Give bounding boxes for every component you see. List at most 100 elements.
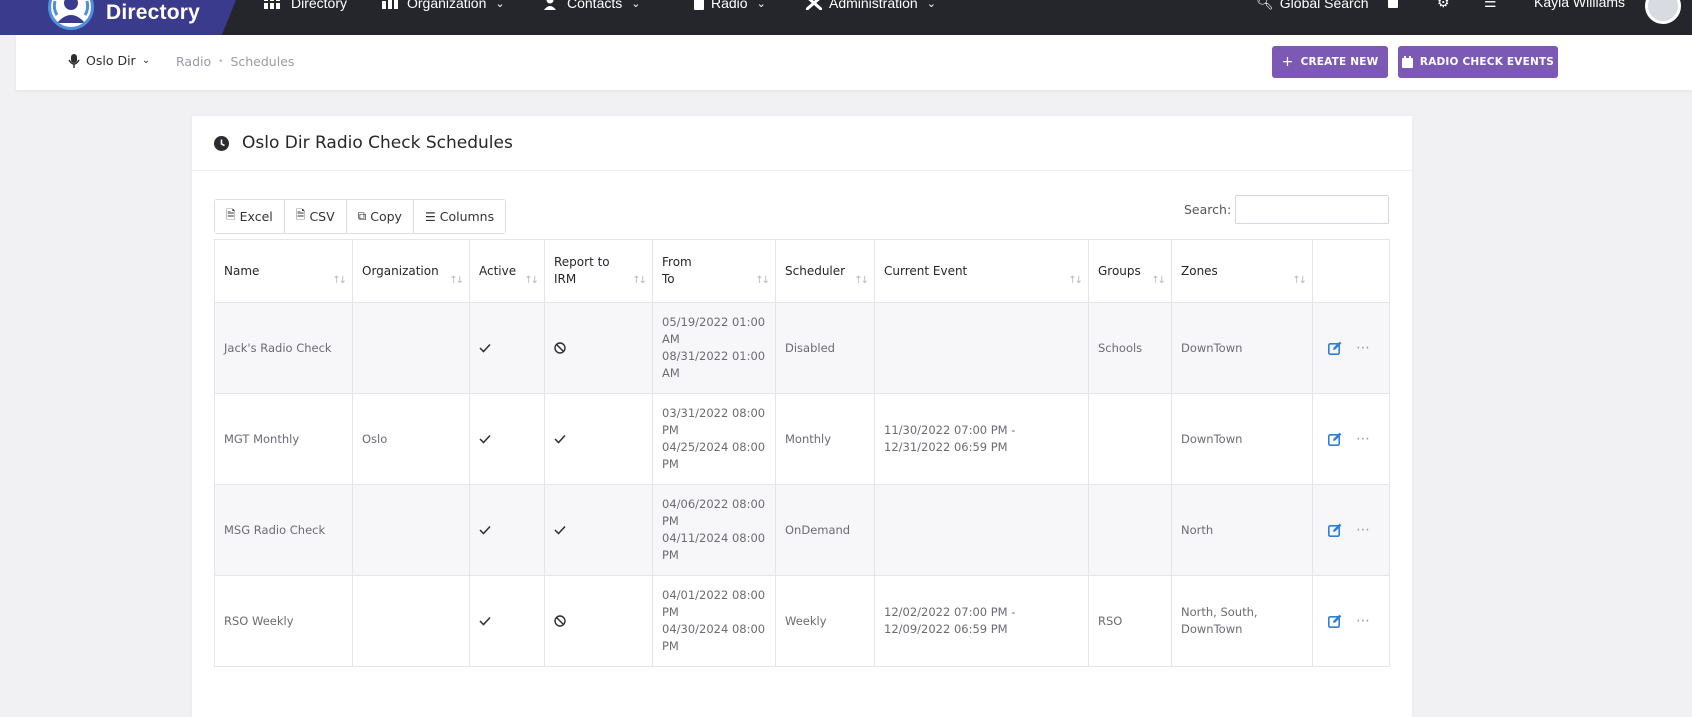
cell-report-to-irm — [544, 575, 653, 667]
edit-icon[interactable] — [1328, 432, 1342, 446]
search-input[interactable] — [1235, 195, 1389, 224]
card-header: Oslo Dir Radio Check Schedules — [192, 116, 1412, 171]
brand[interactable]: Directory — [0, 0, 236, 35]
copy-icon: ⧉ — [357, 209, 367, 223]
copy-button[interactable]: ⧉ Copy — [346, 200, 414, 233]
cell-organization — [352, 484, 470, 576]
cell-current-event — [874, 302, 1089, 394]
sort-icon: ↑↓ — [1068, 275, 1083, 286]
user-menu[interactable]: Kayla Williams — [1534, 0, 1625, 10]
csv-file-icon: 🗎 — [295, 208, 306, 222]
sort-icon: ↑↓ — [449, 275, 464, 286]
header-label: Scheduler — [785, 263, 846, 278]
cell-from-to: 04/06/2022 08:00 PM 04/11/2024 08:00 PM — [652, 484, 776, 576]
nav-organization[interactable]: Organization ⌄ — [382, 0, 505, 12]
nav-directory[interactable]: Directory — [264, 0, 347, 12]
more-options-icon[interactable]: ⋯ — [1356, 431, 1371, 448]
create-new-button[interactable]: + CREATE NEW — [1272, 46, 1388, 78]
column-header-name[interactable]: Name ↑↓ — [214, 239, 353, 303]
check-icon — [479, 616, 491, 626]
cell-active — [469, 393, 545, 485]
from-date: 04/06/2022 08:00 PM — [662, 497, 766, 528]
column-header-zones[interactable]: Zones ↑↓ — [1171, 239, 1313, 303]
header-label: Active — [479, 263, 517, 278]
edit-icon[interactable] — [1328, 523, 1342, 537]
header-label: To — [662, 272, 675, 286]
sort-icon: ↑↓ — [632, 275, 647, 286]
cell-name: MSG Radio Check — [214, 484, 353, 576]
cell-active — [469, 302, 545, 394]
column-header-from-to[interactable]: From To ↑↓ — [652, 239, 776, 303]
microphone-icon — [68, 53, 80, 68]
column-header-active[interactable]: Active ↑↓ — [469, 239, 545, 303]
cell-zones: DownTown — [1171, 302, 1313, 394]
cell-report-to-irm — [544, 484, 653, 576]
nav-radio[interactable]: Radio ⌄ — [694, 0, 766, 12]
tools-icon — [806, 0, 822, 10]
header-label: Report to — [554, 255, 610, 269]
menu-icon[interactable]: ☰ — [1484, 0, 1497, 11]
calendar-icon — [1401, 56, 1413, 68]
more-options-icon[interactable]: ⋯ — [1356, 522, 1371, 539]
sub-header: Oslo Dir ⌄ Radio • Schedules + CREATE NE… — [16, 35, 1692, 90]
nav-administration[interactable]: Administration ⌄ — [806, 0, 936, 12]
column-header-current-event[interactable]: Current Event ↑↓ — [874, 239, 1089, 303]
column-header-report-to-irm[interactable]: Report to IRM ↑↓ — [544, 239, 653, 303]
global-search[interactable]: 🔍︎ Global Search — [1256, 0, 1369, 11]
breadcrumb-radio[interactable]: Radio — [176, 54, 211, 69]
sort-icon: ↑↓ — [1292, 275, 1307, 286]
column-header-scheduler[interactable]: Scheduler ↑↓ — [775, 239, 875, 303]
column-header-groups[interactable]: Groups ↑↓ — [1088, 239, 1172, 303]
mobile-icon[interactable] — [1388, 0, 1398, 8]
gear-icon[interactable]: ⚙ — [1437, 0, 1450, 11]
more-options-icon[interactable]: ⋯ — [1356, 613, 1371, 630]
brand-logo-icon — [48, 0, 94, 30]
csv-button[interactable]: 🗎 CSV — [284, 200, 347, 233]
cell-groups: Schools — [1088, 302, 1172, 394]
sort-icon: ↑↓ — [1151, 275, 1166, 286]
avatar[interactable] — [1645, 0, 1681, 24]
search-icon: 🔍︎ — [1256, 0, 1274, 10]
table-row: RSO Weekly 04/01/2022 08:00 PM 04/30/2024… — [214, 575, 1390, 667]
page-title: Oslo Dir Radio Check Schedules — [242, 133, 513, 153]
more-options-icon[interactable]: ⋯ — [1356, 340, 1371, 357]
cell-from-to: 03/31/2022 08:00 PM 04/25/2024 08:00 PM — [652, 393, 776, 485]
edit-icon[interactable] — [1328, 341, 1342, 355]
nav-directory-label: Directory — [291, 0, 348, 11]
sort-icon: ↑↓ — [332, 275, 347, 286]
cell-scheduler: Monthly — [775, 393, 875, 485]
nav-organization-label: Organization — [407, 0, 487, 11]
cell-scheduler: Weekly — [775, 575, 875, 667]
breadcrumb-separator: • — [218, 56, 224, 67]
chevron-down-icon: ⌄ — [631, 0, 641, 10]
list-icon: ☰ — [424, 209, 436, 224]
column-header-organization[interactable]: Organization ↑↓ — [352, 239, 470, 303]
table-row: Jack's Radio Check 05/19/2022 01:00 AM 08… — [214, 302, 1390, 394]
edit-icon[interactable] — [1328, 614, 1342, 628]
cell-groups — [1088, 484, 1172, 576]
chart-icon — [382, 0, 398, 9]
schedules-table: Name ↑↓ Organization ↑↓ Active ↑↓ Report to… — [214, 239, 1390, 667]
chevron-down-icon: ⌄ — [926, 0, 936, 10]
radio-check-events-button[interactable]: RADIO CHECK EVENTS — [1398, 46, 1558, 78]
table-row: MSG Radio Check 04/06/2022 08:00 PM 04/11… — [214, 484, 1390, 576]
cell-from-to: 04/01/2022 08:00 PM 04/30/2024 08:00 PM — [652, 575, 776, 667]
radio-check-events-label: RADIO CHECK EVENTS — [1419, 56, 1555, 68]
radio-icon — [694, 0, 704, 10]
cell-actions: ⋯ — [1312, 484, 1390, 576]
sort-icon: ↑↓ — [854, 275, 869, 286]
chevron-down-icon: ⌄ — [756, 0, 766, 10]
excel-label: Excel — [239, 209, 273, 224]
sort-icon: ↑↓ — [524, 275, 539, 286]
grid-icon — [264, 0, 280, 9]
ban-icon — [554, 615, 566, 627]
org-switcher[interactable]: Oslo Dir ⌄ — [68, 53, 150, 68]
nav-contacts[interactable]: Contacts ⌄ — [544, 0, 640, 12]
plus-icon: + — [1281, 54, 1294, 70]
columns-button[interactable]: ☰ Columns — [413, 200, 506, 233]
brand-name: Directory — [106, 1, 201, 24]
excel-button[interactable]: 🗎 Excel — [215, 200, 285, 233]
cell-organization — [352, 302, 470, 394]
cell-actions: ⋯ — [1312, 575, 1390, 667]
ban-icon — [554, 342, 566, 354]
